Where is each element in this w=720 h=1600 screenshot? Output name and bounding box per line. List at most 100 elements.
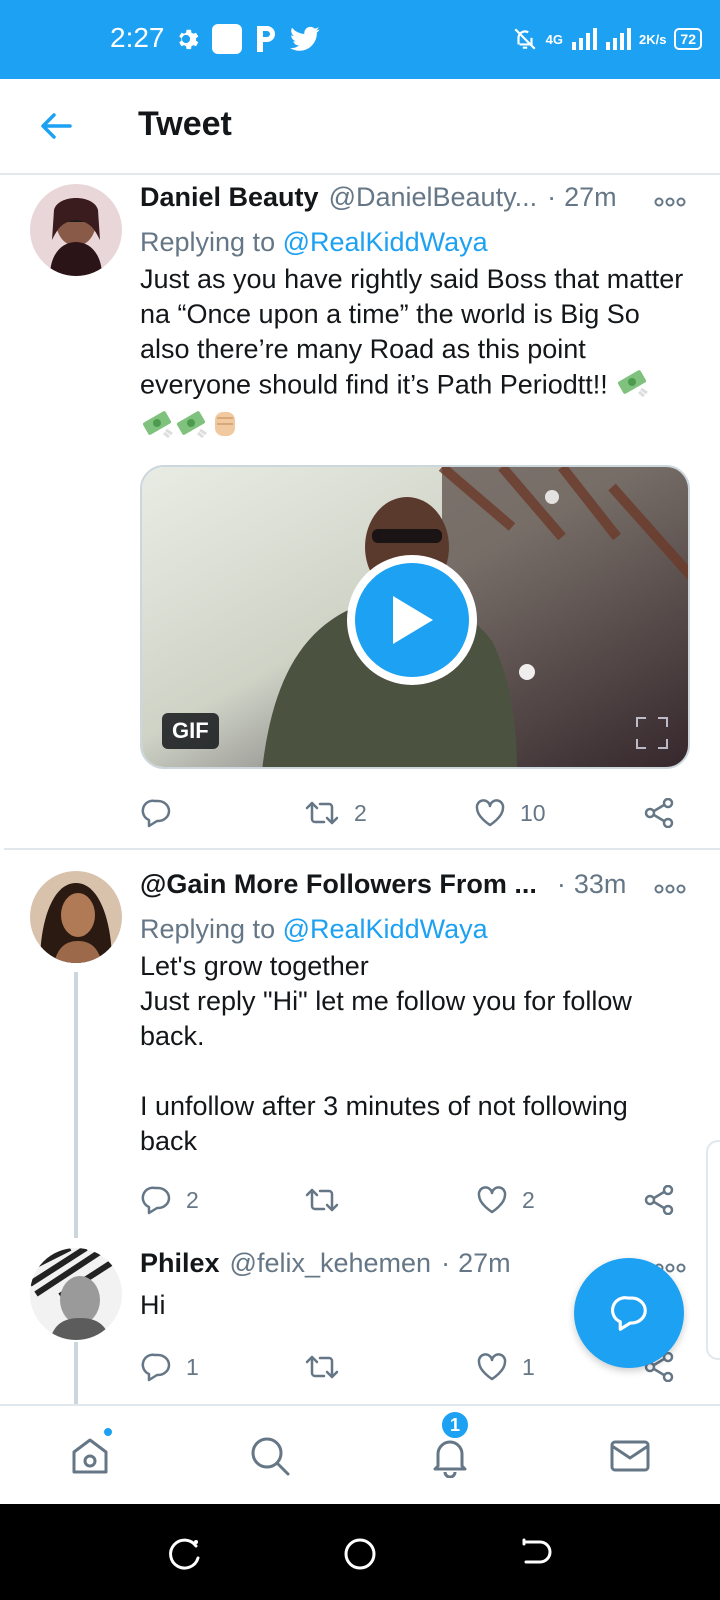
- compose-reply-icon: [610, 1296, 647, 1331]
- replying-prefix: Replying to: [140, 227, 276, 257]
- nav-messages[interactable]: [602, 1428, 658, 1484]
- network-speed-unit: K/s: [646, 31, 667, 47]
- replying-prefix: Replying to: [140, 914, 276, 944]
- avatar[interactable]: [30, 184, 122, 276]
- more-options-button[interactable]: [650, 869, 690, 909]
- gear-icon: [172, 25, 200, 53]
- replying-to: Replying to @RealKiddWaya: [140, 909, 690, 949]
- status-time: 2:27: [110, 22, 165, 53]
- reply-bubble-icon: [141, 799, 171, 828]
- status-left-icons: [172, 22, 320, 56]
- status-bar: 2:27 4G 2 K/s 72: [0, 0, 720, 79]
- user-handle[interactable]: @felix_kehemen: [230, 1248, 432, 1279]
- back-system-button[interactable]: [516, 1534, 556, 1574]
- user-handle[interactable]: @DanielBeauty...: [329, 182, 538, 213]
- retweet-button[interactable]: 2: [304, 790, 367, 836]
- home-icon: [72, 1438, 108, 1474]
- share-icon: [644, 798, 674, 828]
- like-count: 10: [520, 799, 546, 826]
- back-button[interactable]: [36, 106, 76, 146]
- display-name[interactable]: @Gain More Followers From ...: [140, 869, 537, 900]
- display-name[interactable]: Philex: [140, 1248, 220, 1279]
- reply-count: 2: [186, 1186, 199, 1213]
- retweet-count: 2: [354, 799, 367, 826]
- tweet-header: @Gain More Followers From ... · 33m: [140, 869, 690, 909]
- replying-to: Replying to @RealKiddWaya: [140, 222, 690, 262]
- display-name[interactable]: Daniel Beauty: [140, 182, 319, 213]
- reply-button[interactable]: [140, 790, 186, 836]
- tweet-body: Daniel Beauty @DanielBeauty... · 27m Rep…: [140, 182, 690, 769]
- money-with-wings-emoji: [615, 367, 649, 406]
- tweet-text-content: Just as you have rightly said Boss that …: [140, 264, 691, 400]
- money-with-wings-emoji: [174, 408, 208, 447]
- notifications-badge: 1: [440, 1410, 470, 1440]
- network-type-label: 4G: [545, 31, 563, 47]
- tweet-time: 33m: [573, 869, 627, 899]
- share-icon: [644, 1185, 674, 1215]
- like-count: 1: [522, 1353, 535, 1380]
- nav-search[interactable]: [242, 1428, 298, 1484]
- thread-line: [74, 972, 78, 1238]
- back-arrow-system-icon: [522, 1538, 552, 1564]
- battery-indicator: 72: [674, 28, 702, 50]
- tweet-divider: [4, 848, 720, 850]
- system-navigation-bar: [0, 1504, 720, 1600]
- p-app-icon: [254, 24, 278, 54]
- retweet-icon: [305, 801, 339, 825]
- reply-button[interactable]: 2: [140, 1177, 199, 1223]
- play-button[interactable]: [347, 555, 477, 685]
- retweet-button[interactable]: [304, 1177, 354, 1223]
- edge-panel-handle[interactable]: [706, 1140, 720, 1360]
- tweet-time: 27m: [564, 182, 617, 212]
- circle-home-icon: [344, 1538, 376, 1570]
- like-button[interactable]: 2: [476, 1177, 535, 1223]
- like-button[interactable]: 10: [474, 790, 546, 836]
- gif-badge: GIF: [162, 713, 219, 749]
- network-speed-value: 2: [638, 31, 647, 47]
- avatar[interactable]: [30, 871, 122, 963]
- notification-square-icon: [212, 24, 242, 54]
- mention-link[interactable]: @RealKiddWaya: [283, 914, 488, 944]
- nav-home[interactable]: [62, 1426, 118, 1484]
- like-count: 2: [522, 1186, 535, 1213]
- retweet-button[interactable]: [304, 1344, 354, 1390]
- gif-media[interactable]: GIF: [140, 465, 690, 769]
- status-right-icons: 4G 2 K/s 72: [512, 22, 702, 56]
- signal-2-icon: [605, 28, 631, 50]
- separator-dot: ·: [441, 1248, 451, 1278]
- heart-icon: [477, 1353, 507, 1381]
- money-with-wings-emoji: [140, 408, 174, 447]
- play-icon: [393, 596, 433, 644]
- expand-icon[interactable]: [634, 715, 670, 751]
- arrow-left-icon: [41, 113, 72, 139]
- like-button[interactable]: 1: [476, 1344, 535, 1390]
- retweet-icon: [305, 1188, 339, 1212]
- avatar[interactable]: [30, 1248, 122, 1340]
- search-icon: [251, 1437, 290, 1476]
- share-button[interactable]: [644, 790, 676, 836]
- raised-fist-emoji: [208, 406, 242, 449]
- share-button[interactable]: [644, 1177, 676, 1223]
- network-speed: 2 K/s: [639, 33, 666, 46]
- reply-count: 1: [186, 1353, 199, 1380]
- nav-notifications[interactable]: 1: [422, 1410, 478, 1484]
- reply-button[interactable]: 1: [140, 1344, 199, 1390]
- separator-dot: ·: [556, 869, 566, 899]
- home-system-button[interactable]: [340, 1534, 380, 1574]
- more-options-button[interactable]: [650, 182, 690, 222]
- heart-icon: [477, 1186, 507, 1214]
- bell-icon: [433, 1440, 467, 1478]
- more-dots-icon: [654, 197, 686, 207]
- heart-icon: [475, 799, 505, 827]
- separator-dot: ·: [547, 182, 557, 212]
- tweet-text: Just as you have rightly said Boss that …: [140, 262, 690, 449]
- page-title: Tweet: [138, 105, 232, 143]
- recents-icon: [169, 1538, 200, 1570]
- compose-reply-button[interactable]: [574, 1258, 684, 1368]
- tweet-actions: 2 10: [140, 790, 690, 836]
- recent-apps-button[interactable]: [164, 1534, 204, 1574]
- bottom-navigation: 1: [0, 1404, 720, 1504]
- mention-link[interactable]: @RealKiddWaya: [283, 227, 488, 257]
- retweet-icon: [305, 1355, 339, 1379]
- home-unread-dot: [102, 1426, 114, 1438]
